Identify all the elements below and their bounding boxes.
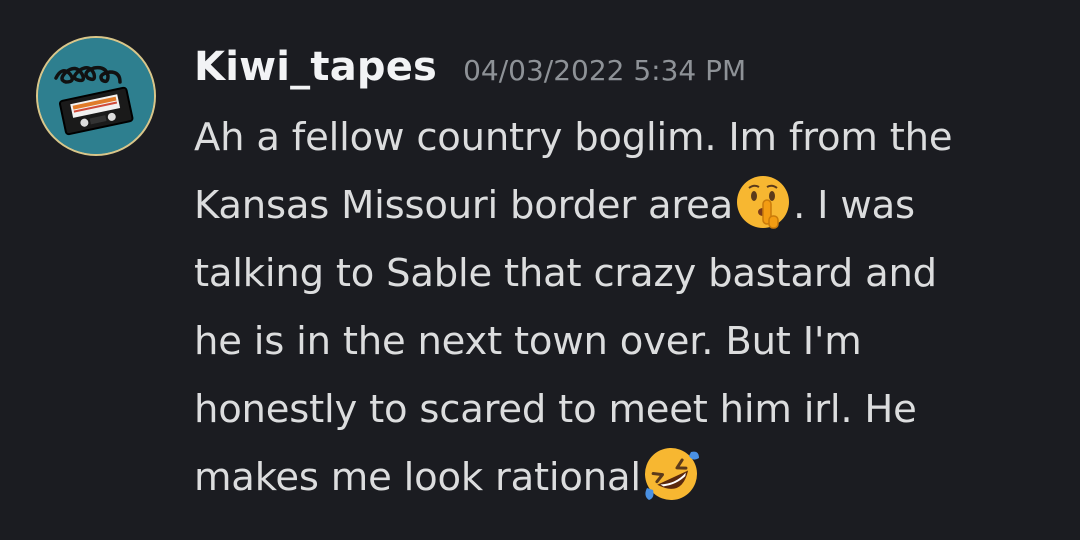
rolling-on-floor-laughing-emoji-icon (641, 444, 701, 504)
message-header: Kiwi_tapes 04/03/2022 5:34 PM (194, 44, 746, 100)
message-text: . I was (793, 183, 915, 228)
message-content: Ah a fellow country boglim. Im from the … (194, 104, 1054, 512)
vhs-tape-icon (38, 38, 154, 154)
message-line: honestly to scared to meet him irl. He (194, 376, 1054, 444)
message-text: honestly to scared to meet him irl. He (194, 387, 917, 432)
message-line: Ah a fellow country boglim. Im from the (194, 104, 1054, 172)
message-line: he is in the next town over. But I'm (194, 308, 1054, 376)
username[interactable]: Kiwi_tapes (194, 44, 437, 90)
message-text: makes me look rational (194, 455, 641, 500)
message-line: Kansas Missouri border area . I was (194, 172, 1054, 240)
message-text: he is in the next town over. But I'm (194, 319, 862, 364)
shushing-face-emoji-icon (733, 172, 793, 232)
message-text: Kansas Missouri border area (194, 183, 734, 228)
message-line: talking to Sable that crazy bastard and (194, 240, 1054, 308)
message-line: makes me look rational (194, 444, 1054, 512)
message-timestamp[interactable]: 04/03/2022 5:34 PM (463, 54, 746, 87)
user-avatar[interactable] (36, 36, 156, 156)
message-text: Ah a fellow country boglim. Im from the (194, 115, 953, 160)
chat-message: Kiwi_tapes 04/03/2022 5:34 PM Ah a fello… (0, 0, 1080, 540)
message-text: talking to Sable that crazy bastard and (194, 251, 937, 296)
